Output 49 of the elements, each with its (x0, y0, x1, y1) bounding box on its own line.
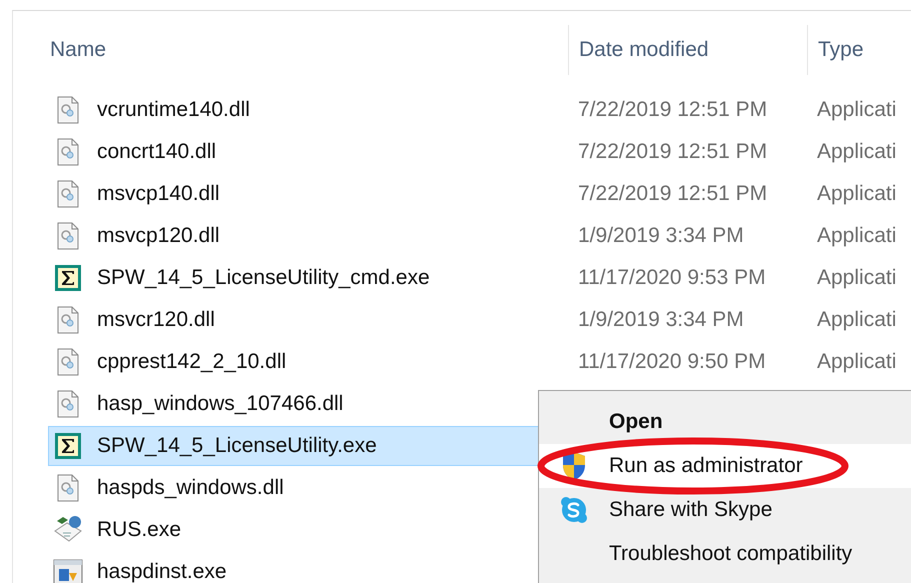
dll-file-icon (56, 222, 80, 250)
file-type: Applicati (817, 350, 896, 374)
file-name[interactable]: RUS.exe (97, 518, 182, 542)
file-type: Applicati (817, 266, 896, 290)
file-name[interactable]: vcruntime140.dll (97, 98, 250, 122)
sigma-app-icon (54, 432, 82, 460)
file-name[interactable]: haspds_windows.dll (97, 476, 284, 500)
file-name[interactable]: hasp_windows_107466.dll (97, 392, 344, 416)
file-name[interactable]: msvcp140.dll (97, 182, 220, 206)
file-type: Applicati (817, 98, 896, 122)
file-row[interactable]: msvcp140.dll (48, 174, 568, 214)
file-name[interactable]: msvcp120.dll (97, 224, 220, 248)
file-row[interactable]: SPW_14_5_LicenseUtility_cmd.exe (48, 258, 568, 298)
skype-icon (560, 496, 588, 524)
sigma-app-icon (54, 264, 82, 292)
date-modified: 1/9/2019 3:34 PM (578, 224, 744, 248)
column-header[interactable]: Type (818, 38, 864, 62)
date-modified: 1/9/2019 3:34 PM (578, 308, 744, 332)
date-modified: 11/17/2020 9:50 PM (578, 350, 766, 374)
file-name[interactable]: SPW_14_5_LicenseUtility_cmd.exe (97, 266, 430, 290)
installer-icon (53, 559, 83, 583)
file-name[interactable]: cpprest142_2_10.dll (97, 350, 286, 374)
dll-file-icon (56, 138, 80, 166)
file-type: Applicati (817, 140, 896, 164)
file-name[interactable]: msvcr120.dll (97, 308, 215, 332)
file-row[interactable]: msvcr120.dll (48, 300, 568, 340)
file-type: Applicati (817, 308, 896, 332)
file-row[interactable]: msvcp120.dll (48, 216, 568, 256)
date-modified: 11/17/2020 9:53 PM (578, 266, 766, 290)
file-type: Applicati (817, 182, 896, 206)
dll-file-icon (56, 390, 80, 418)
date-modified: 7/22/2019 12:51 PM (578, 182, 768, 206)
date-modified: 7/22/2019 12:51 PM (578, 98, 768, 122)
dll-file-icon (56, 306, 80, 334)
file-row[interactable]: vcruntime140.dll (48, 90, 568, 130)
file-row[interactable]: cpprest142_2_10.dll (48, 342, 568, 382)
dll-file-icon (56, 180, 80, 208)
dll-file-icon (56, 474, 80, 502)
file-name[interactable]: SPW_14_5_LicenseUtility.exe (97, 434, 377, 458)
file-row[interactable]: concrt140.dll (48, 132, 568, 172)
date-modified: 7/22/2019 12:51 PM (578, 140, 768, 164)
column-header[interactable]: Date modified (579, 38, 709, 62)
shield-icon (561, 451, 587, 481)
file-type: Applicati (817, 224, 896, 248)
dll-file-icon (56, 96, 80, 124)
file-name[interactable]: concrt140.dll (97, 140, 216, 164)
column-header[interactable]: Name (50, 38, 106, 62)
dll-file-icon (56, 348, 80, 376)
file-name[interactable]: haspdinst.exe (97, 560, 227, 583)
